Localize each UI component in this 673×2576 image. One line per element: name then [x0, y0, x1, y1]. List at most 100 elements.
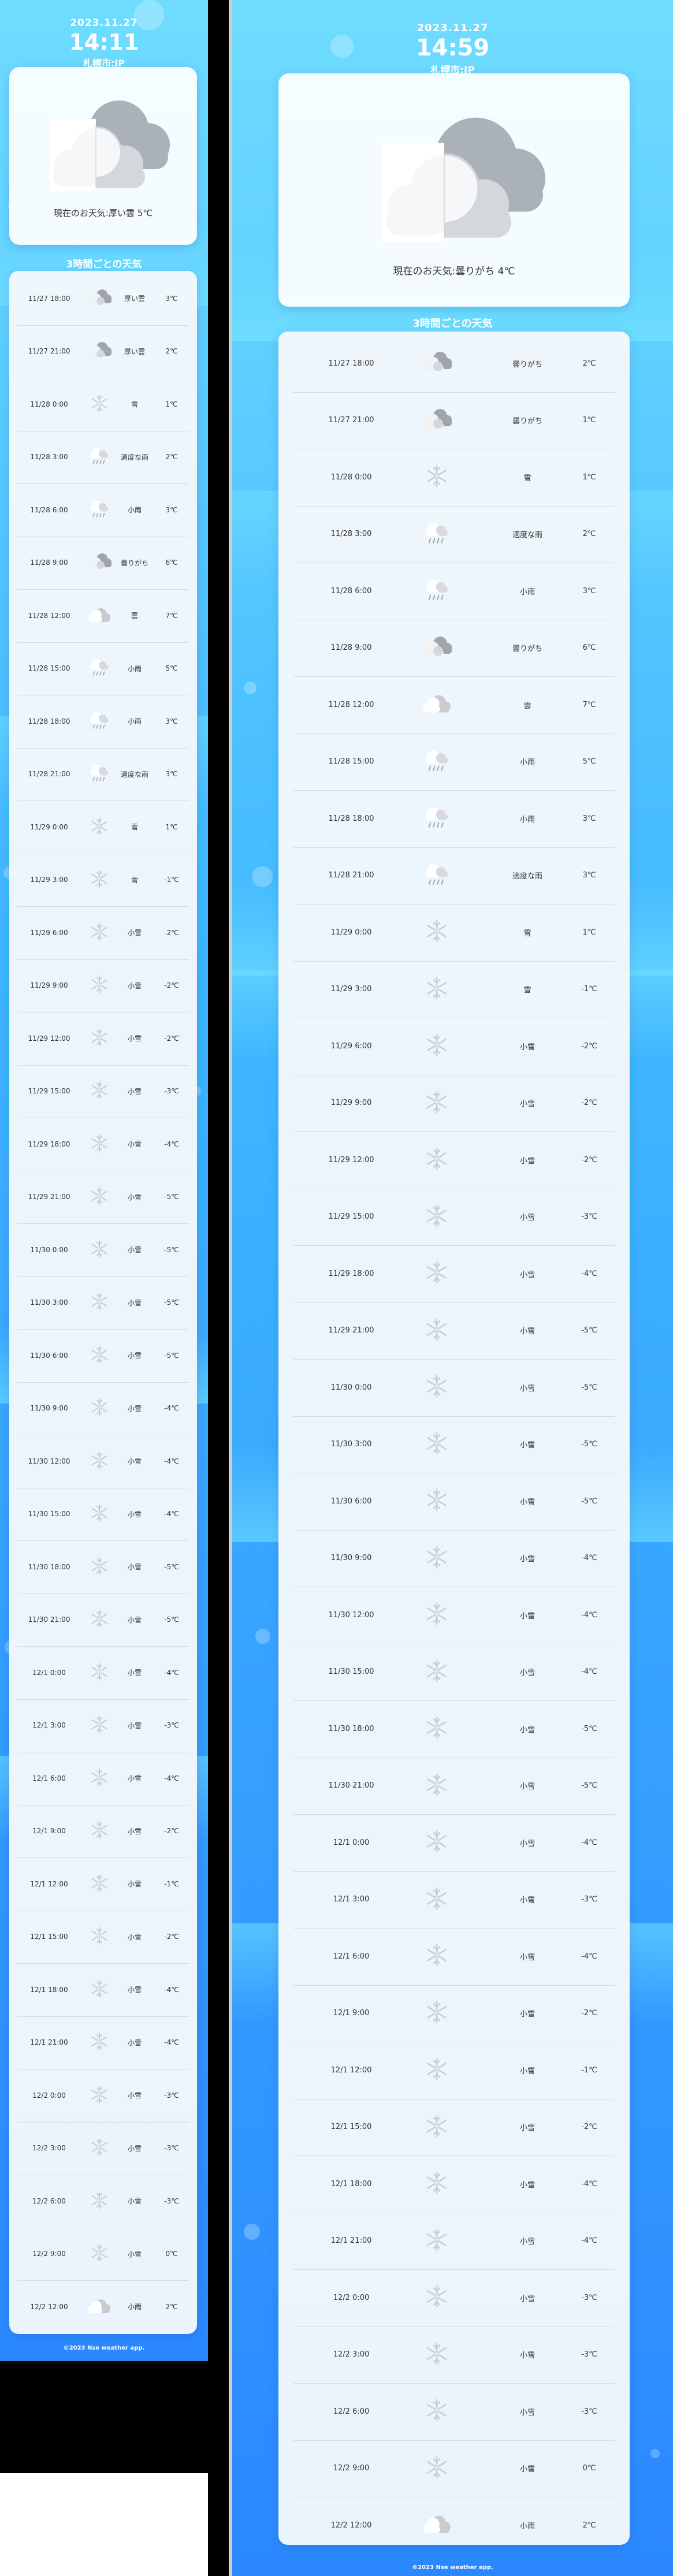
forecast-row: 11/28 6:00 小雨 3℃: [17, 483, 189, 537]
forecast-datetime: 12/1 0:00: [32, 1668, 66, 1677]
forecast-description: 小雪: [519, 1953, 535, 1962]
forecast-temperature: 6℃: [582, 643, 596, 653]
forecast-datetime: 11/28 21:00: [328, 871, 374, 880]
forecast-row: 11/30 18:00 小雪 -5℃: [17, 1540, 189, 1594]
forecast-datetime: 11/29 18:00: [328, 1269, 374, 1278]
forecast-temperature: -3℃: [581, 1212, 597, 1222]
forecast-row: 12/1 21:00 小雪 -4℃: [17, 2016, 189, 2069]
forecast-row: 11/29 21:00 小雪 -5℃: [17, 1171, 189, 1224]
header-time: 14:11: [69, 29, 139, 55]
forecast-temperature: 7℃: [165, 611, 178, 620]
phone-screen-1: 2023.11.27 14:11 札幌市:JP 現在のお天気:厚い雲 5℃ 3時…: [0, 0, 208, 2361]
current-weather-icon: [356, 103, 552, 256]
forecast-temperature: 1℃: [165, 822, 178, 831]
forecast-description: 小雪: [519, 2294, 535, 2303]
forecast-datetime: 12/2 0:00: [32, 2091, 66, 2099]
forecast-datetime: 11/30 18:00: [28, 1562, 70, 1571]
snow-icon: [419, 1544, 454, 1572]
rain-icon: [85, 657, 113, 679]
forecast-row: 11/30 9:00 小雪 -4℃: [293, 1530, 615, 1587]
forecast-row: 11/28 18:00 小雨 3℃: [17, 695, 189, 749]
forecast-row: 11/30 6:00 小雪 -5℃: [293, 1473, 615, 1531]
snow-icon: [419, 1886, 454, 1913]
forecast-temperature: -2℃: [164, 1933, 179, 1941]
rain-icon: [419, 862, 454, 889]
forecast-row: 12/2 9:00 小雪 0℃: [293, 2440, 615, 2497]
forecast-temperature: 3℃: [582, 871, 596, 880]
forecast-description: 小雪: [519, 1782, 535, 1792]
forecast-row: 11/27 18:00 厚い雲 3℃: [17, 272, 189, 326]
forecast-temperature: -2℃: [581, 2009, 597, 2018]
snow-icon: [419, 1488, 454, 1515]
forecast-temperature: 3℃: [165, 294, 178, 303]
forecast-description: 曇りがち: [512, 645, 542, 654]
forecast-datetime: 11/30 6:00: [330, 1497, 372, 1506]
forecast-temperature: -5℃: [164, 1351, 179, 1360]
forecast-description: 小雪: [519, 2465, 535, 2474]
forecast-datetime: 11/28 15:00: [28, 664, 70, 673]
snow-icon: [419, 1260, 454, 1287]
forecast-description: 小雪: [127, 2091, 142, 2100]
snow-icon: [419, 2284, 454, 2311]
rain-icon: [419, 805, 454, 832]
forecast-description: 厚い雲: [124, 347, 145, 356]
forecast-temperature: -1℃: [164, 1879, 179, 1888]
forecast-temperature: -3℃: [581, 2407, 597, 2416]
forecast-datetime: 12/1 6:00: [333, 1952, 370, 1961]
forecast-description: 小雪: [519, 2067, 535, 2076]
forecast-temperature: -4℃: [164, 1668, 179, 1677]
forecast-description: 小雨: [127, 717, 142, 726]
forecast-datetime: 12/1 3:00: [32, 1721, 66, 1730]
forecast-temperature: -5℃: [581, 1440, 597, 1449]
forecast-temperature: -3℃: [581, 2293, 597, 2302]
forecast-temperature: -2℃: [581, 2123, 597, 2132]
forecast-row: 12/1 15:00 小雪 -2℃: [293, 2099, 615, 2156]
snow-icon: [419, 2398, 454, 2425]
forecast-datetime: 11/30 18:00: [328, 1724, 374, 1733]
forecast-datetime: 11/30 0:00: [330, 1383, 372, 1392]
forecast-description: 小雪: [127, 1986, 142, 1994]
forecast-temperature: -2℃: [164, 1827, 179, 1836]
forecast-datetime: 11/30 3:00: [30, 1298, 68, 1307]
forecast-description: 小雪: [519, 1555, 535, 1564]
snow-icon: [85, 1239, 113, 1261]
forecast-temperature: 2℃: [582, 530, 596, 539]
forecast-datetime: 12/1 21:00: [30, 2038, 68, 2047]
rain-icon: [85, 763, 113, 785]
forecast-description: 小雨: [519, 2522, 535, 2531]
forecast-datetime: 12/2 3:00: [32, 2144, 66, 2153]
forecast-description: 雪: [523, 929, 531, 938]
forecast-row: 11/29 6:00 小雪 -2℃: [293, 1018, 615, 1075]
snow-icon: [419, 1829, 454, 1856]
dark-cloud-icon: [85, 552, 113, 574]
snow-icon: [85, 869, 113, 891]
snow-icon: [85, 1345, 113, 1367]
cloud-icon: [419, 2512, 454, 2539]
forecast-temperature: 2℃: [582, 359, 596, 368]
forecast-row: 12/1 9:00 小雪 -2℃: [293, 1985, 615, 2042]
forecast-temperature: 5℃: [165, 664, 178, 673]
dark-cloud-icon: [85, 288, 113, 310]
forecast-datetime: 11/27 18:00: [28, 294, 70, 303]
forecast-row: 11/30 18:00 小雪 -5℃: [293, 1700, 615, 1758]
forecast-row: 11/30 21:00 小雪 -5℃: [293, 1758, 615, 1815]
forecast-description: 厚い雲: [124, 295, 145, 303]
dark-cloud-icon: [419, 634, 454, 661]
snow-icon: [419, 2000, 454, 2027]
forecast-temperature: -3℃: [164, 1721, 179, 1730]
snow-icon: [85, 1028, 113, 1049]
snow-icon: [85, 1450, 113, 1472]
forecast-description: 小雪: [519, 1327, 535, 1337]
forecast-row: 11/29 3:00 雪 -1℃: [17, 854, 189, 907]
forecast-datetime: 12/1 15:00: [330, 2123, 372, 2132]
forecast-temperature: -5℃: [581, 1781, 597, 1790]
footer-copyright: ©2023 Nse weather app.: [63, 2345, 145, 2351]
forecast-temperature: -4℃: [581, 1554, 597, 1563]
forecast-datetime: 11/30 15:00: [328, 1667, 374, 1677]
snow-icon: [85, 393, 113, 415]
forecast-row: 11/30 9:00 小雪 -4℃: [17, 1382, 189, 1435]
forecast-datetime: 12/2 6:00: [32, 2197, 66, 2205]
rain-icon: [85, 710, 113, 732]
forecast-row: 11/28 21:00 適度な雨 3℃: [17, 748, 189, 801]
forecast-description: 小雨: [127, 2303, 142, 2311]
